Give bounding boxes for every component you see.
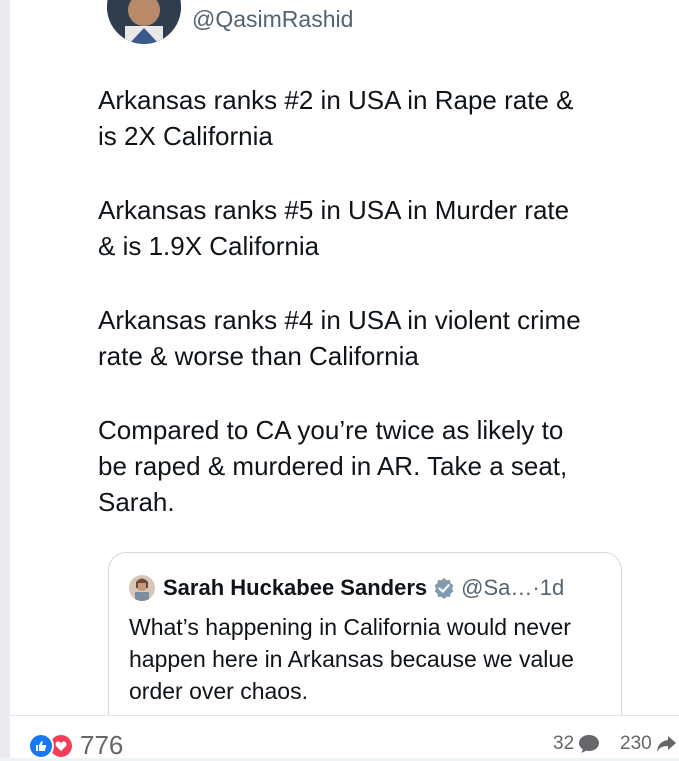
quoted-avatar-photo-icon bbox=[129, 575, 155, 601]
avatar-photo-icon bbox=[107, 0, 181, 44]
tweet-paragraph: Arkansas ranks #5 in USA in Murder rate … bbox=[98, 195, 570, 261]
comments-count[interactable]: 32 bbox=[553, 733, 600, 755]
reactions-summary[interactable]: 776 bbox=[28, 730, 123, 761]
avatar[interactable] bbox=[107, 0, 181, 44]
like-reaction-icon bbox=[28, 732, 54, 759]
tweet-paragraph: Arkansas ranks #2 in USA in Rape rate & … bbox=[98, 85, 574, 151]
shares-count-label: 230 bbox=[620, 733, 652, 754]
verified-badge-icon bbox=[434, 578, 454, 599]
quoted-avatar[interactable] bbox=[129, 575, 155, 601]
quoted-tweet-header: Sarah Huckabee Sanders @Sa…·1d bbox=[129, 573, 611, 603]
tweet-paragraph: Arkansas ranks #4 in USA in violent crim… bbox=[98, 305, 581, 371]
quoted-author-name[interactable]: Sarah Huckabee Sanders bbox=[163, 575, 427, 601]
shares-count[interactable]: 230 bbox=[620, 733, 676, 755]
quoted-tweet-text: What’s happening in California would nev… bbox=[129, 614, 574, 704]
author-handle[interactable]: @QasimRashid bbox=[192, 6, 353, 33]
comment-icon bbox=[579, 735, 600, 753]
tweet-paragraph: Compared to CA you’re twice as likely to… bbox=[98, 415, 568, 517]
tweet-body: Arkansas ranks #2 in USA in Rape rate & … bbox=[98, 82, 638, 558]
share-icon bbox=[656, 736, 676, 752]
post-image: @QasimRashid Arkansas ranks #2 in USA in… bbox=[10, 0, 679, 715]
post-footer: 776 32 230 bbox=[10, 715, 679, 761]
quoted-handle-time: @Sa…·1d bbox=[461, 575, 565, 600]
reaction-count: 776 bbox=[80, 730, 124, 760]
quoted-tweet-card[interactable]: Sarah Huckabee Sanders @Sa…·1d What’s ha… bbox=[108, 552, 622, 715]
comments-count-label: 32 bbox=[553, 733, 575, 754]
